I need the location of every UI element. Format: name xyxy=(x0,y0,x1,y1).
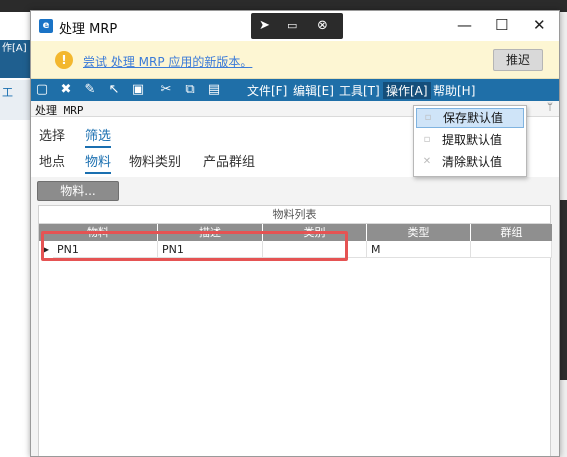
cell-group[interactable] xyxy=(471,241,552,258)
tab-filter[interactable]: 筛选 xyxy=(85,123,112,148)
menu-item-label: 保存默认值 xyxy=(443,111,504,125)
remote-session-bar: ➤ ▭ ⊗ xyxy=(251,13,343,39)
menu-help[interactable]: 帮助[H] xyxy=(433,82,475,99)
new-document-icon[interactable]: ▢ xyxy=(33,81,51,99)
grid-caption: 物料列表 xyxy=(39,206,550,224)
menu-item-clear-defaults[interactable]: ✕ 清除默认值 xyxy=(416,153,524,173)
menu-item-load-defaults[interactable]: ▫ 提取默认值 xyxy=(416,131,524,151)
minimize-icon[interactable]: — xyxy=(457,16,472,34)
background-menu-strip: 作[A] xyxy=(0,40,32,78)
title-bar: e 处理 MRP ➤ ▭ ⊗ — ☐ ✕ xyxy=(31,11,559,41)
close-icon[interactable]: ✕ xyxy=(533,16,546,34)
cell-type[interactable]: M xyxy=(367,241,471,258)
save-icon: ▫ xyxy=(424,112,432,123)
menu-item-save-defaults[interactable]: ▫ 保存默认值 xyxy=(416,108,524,128)
maximize-icon[interactable]: ☐ xyxy=(495,16,508,34)
panel-title: 处理 MRP xyxy=(35,104,84,117)
screen-icon[interactable]: ▣ xyxy=(129,81,147,99)
close-session-icon[interactable]: ⊗ xyxy=(317,18,328,33)
window-title: 处理 MRP xyxy=(59,22,118,37)
pin-icon[interactable]: ᛘ xyxy=(547,102,553,113)
tab-select[interactable]: 选择 xyxy=(39,123,65,146)
column-header-type[interactable]: 类型 xyxy=(367,224,471,241)
clear-icon: ✕ xyxy=(422,156,432,167)
tab-material-category[interactable]: 物料类别 xyxy=(129,149,181,172)
actions-dropdown-menu: ▫ 保存默认值 ▫ 提取默认值 ✕ 清除默认值 xyxy=(413,105,527,177)
tab-material[interactable]: 物料 xyxy=(85,149,112,174)
copy-icon[interactable]: ⧉ xyxy=(181,81,199,99)
menu-edit[interactable]: 编辑[E] xyxy=(293,82,334,99)
menu-actions[interactable]: 操作[A] xyxy=(383,82,431,99)
menu-file[interactable]: 文件[F] xyxy=(247,82,287,99)
tab-product-group[interactable]: 产品群组 xyxy=(203,149,255,172)
delete-icon[interactable]: ✖ xyxy=(57,81,75,99)
screen-switch-icon[interactable]: ▭ xyxy=(287,19,297,32)
pointer-help-icon[interactable]: ↖ xyxy=(105,81,123,99)
load-icon: ▫ xyxy=(423,134,431,145)
toolbar: ▢ ✖ ✎ ↖ ▣ ✂ ⧉ ▤ 文件[F] 编辑[E] 工具[T] 操作[A] … xyxy=(31,79,559,101)
material-picker-button[interactable]: 物料... xyxy=(37,181,119,201)
background-app-left xyxy=(0,12,32,457)
app-logo-icon: e xyxy=(39,19,53,33)
tab-location[interactable]: 地点 xyxy=(39,149,65,172)
mrp-window: e 处理 MRP ➤ ▭ ⊗ — ☐ ✕ ! 尝试 处理 MRP 应用的新版本。… xyxy=(30,10,560,457)
info-icon: ! xyxy=(55,51,73,69)
try-new-version-link[interactable]: 尝试 处理 MRP 应用的新版本。 xyxy=(83,53,252,70)
cut-icon[interactable]: ✂ xyxy=(157,81,175,99)
annotation-highlight-box xyxy=(41,231,348,261)
menu-item-label: 提取默认值 xyxy=(442,133,503,147)
column-header-group[interactable]: 群组 xyxy=(471,224,552,241)
update-notice: ! 尝试 处理 MRP 应用的新版本。 推迟 xyxy=(31,41,559,79)
postpone-button[interactable]: 推迟 xyxy=(493,49,543,71)
pointer-icon[interactable]: ➤ xyxy=(259,18,270,33)
menu-tools[interactable]: 工具[T] xyxy=(339,82,380,99)
material-list-grid: 物料列表 物料 描述 类别 类型 群组 ▶ PN1 PN1 M xyxy=(38,205,552,456)
menu-item-label: 清除默认值 xyxy=(442,155,503,169)
background-tab: 工 xyxy=(0,80,32,120)
content-area: 物料... 物料列表 物料 描述 类别 类型 群组 ▶ PN1 PN1 M xyxy=(31,177,559,456)
paste-icon[interactable]: ▤ xyxy=(205,81,223,99)
clear-brush-icon[interactable]: ✎ xyxy=(81,81,99,99)
